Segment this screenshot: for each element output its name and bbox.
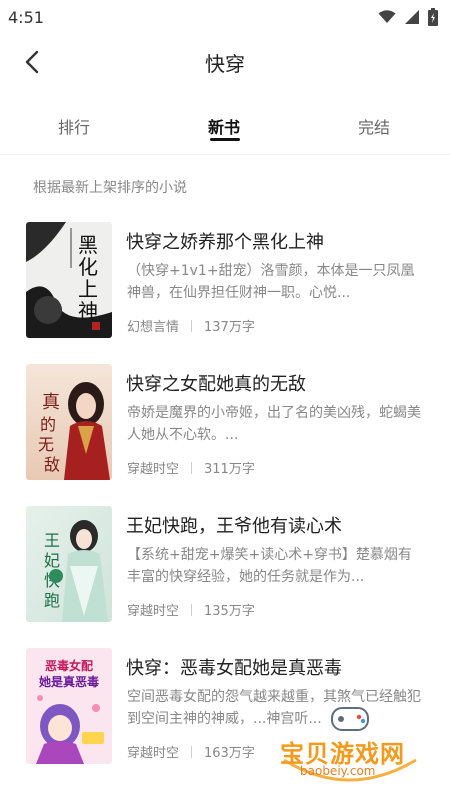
book-category: 穿越时空 xyxy=(127,604,180,619)
book-item[interactable]: 真 的 无 敌 快穿之女配她真的无敌 帝娇是魔界的小帝姬，出了名的美凶残，蛇蝎美… xyxy=(0,364,450,482)
status-bar: 4:51 xyxy=(0,0,450,34)
svg-text:无: 无 xyxy=(38,435,54,454)
page-title: 快穿 xyxy=(205,52,245,76)
tab-bar: 排行 新书 完结 xyxy=(0,104,450,148)
book-cover[interactable]: 王 妃 快 跑 xyxy=(26,506,112,622)
book-category: 穿越时空 xyxy=(127,462,180,477)
svg-text:神: 神 xyxy=(78,299,98,323)
svg-text:真: 真 xyxy=(42,392,60,413)
meta-separator xyxy=(191,319,193,332)
book-cover[interactable]: 恶毒女配 她是真恶毒 xyxy=(26,648,112,764)
book-title: 快穿：恶毒女配她是真恶毒 xyxy=(126,658,342,679)
book-title: 快穿之女配她真的无敌 xyxy=(126,374,306,395)
book-word-count: 163万字 xyxy=(204,746,255,761)
book-meta: 穿越时空 163万字 xyxy=(127,742,255,761)
svg-text:黑: 黑 xyxy=(78,233,98,257)
book-description: （快穿+1v1+甜宠）洛雪颜，本体是一只凤凰神兽，在仙界担任财神一职。心悦... xyxy=(127,263,415,301)
book-cover[interactable]: 黑 化 上 神 xyxy=(26,222,112,338)
book-category: 穿越时空 xyxy=(127,746,180,761)
meta-separator xyxy=(191,745,193,758)
svg-text:王: 王 xyxy=(44,531,60,550)
tab-new-books[interactable]: 新书 xyxy=(208,114,240,138)
svg-text:恶毒女配: 恶毒女配 xyxy=(45,658,93,673)
watermark-url: baobeiy.com xyxy=(300,764,376,778)
svg-text:她是真恶毒: 她是真恶毒 xyxy=(39,674,99,689)
svg-text:的: 的 xyxy=(40,415,56,434)
book-title: 快穿之娇养那个黑化上神 xyxy=(126,232,324,253)
book-description: 【系统+甜宠+爆笑+读心术+穿书】楚慕烟有丰富的快穿经验，她的任务就是作为... xyxy=(127,547,412,585)
book-item[interactable]: 王 妃 快 跑 王妃快跑，王爷他有读心术 【系统+甜宠+爆笑+读心术+穿书】楚慕… xyxy=(0,506,450,624)
meta-separator xyxy=(191,461,193,474)
book-meta: 穿越时空 135万字 xyxy=(127,600,255,619)
book-title: 王妃快跑，王爷他有读心术 xyxy=(126,516,342,537)
list-subtitle: 根据最新上架排序的小说 xyxy=(33,180,187,196)
svg-text:上: 上 xyxy=(78,277,98,301)
svg-text:妃: 妃 xyxy=(44,551,60,570)
status-time: 4:51 xyxy=(8,7,44,27)
svg-text:跑: 跑 xyxy=(44,591,60,610)
book-cover[interactable]: 真 的 无 敌 xyxy=(26,364,112,480)
book-word-count: 137万字 xyxy=(204,320,255,335)
divider xyxy=(0,154,450,155)
active-tab-indicator xyxy=(210,138,240,141)
wifi-icon xyxy=(378,10,396,23)
watermark: 宝贝游戏网 baobeiy.com xyxy=(274,700,424,790)
header: 快穿 xyxy=(0,34,450,90)
meta-separator xyxy=(191,603,193,616)
book-meta: 幻想言情 137万字 xyxy=(127,316,255,335)
battery-icon xyxy=(428,8,438,26)
svg-text:敌: 敌 xyxy=(44,455,60,474)
book-item[interactable]: 黑 化 上 神 快穿之娇养那个黑化上神 （快穿+1v1+甜宠）洛雪颜，本体是一只… xyxy=(0,222,450,340)
signal-icon xyxy=(405,10,419,24)
book-word-count: 311万字 xyxy=(204,462,255,477)
status-icons xyxy=(378,8,438,26)
book-description: 帝娇是魔界的小帝姬，出了名的美凶残，蛇蝎美人她从不心软。... xyxy=(127,405,421,443)
book-category: 幻想言情 xyxy=(127,320,180,335)
tab-ranking[interactable]: 排行 xyxy=(58,114,90,138)
svg-text:化: 化 xyxy=(78,255,98,279)
tab-completed[interactable]: 完结 xyxy=(358,114,390,138)
book-meta: 穿越时空 311万字 xyxy=(127,458,255,477)
book-word-count: 135万字 xyxy=(204,604,255,619)
